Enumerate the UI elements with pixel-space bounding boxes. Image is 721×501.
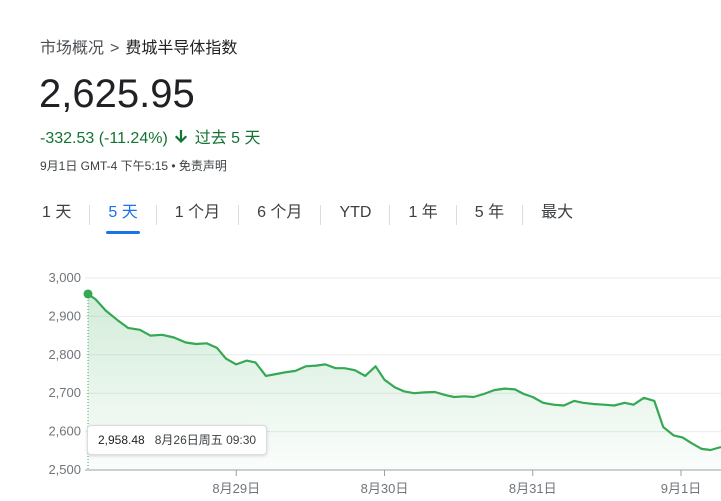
tab-max[interactable]: 最大	[529, 200, 585, 230]
tab-divider	[522, 205, 524, 225]
tab-divider	[455, 205, 457, 225]
start-point-dot[interactable]	[83, 289, 93, 299]
price-chart[interactable]: 3,000 2,900 2,800 2,700 2,600 2,500 8月29日 8月30…	[0, 260, 721, 501]
range-tabs: 1 天 5 天 1 个月 6 个月 YTD 1 年 5 年 最大	[30, 198, 585, 234]
tab-divider	[155, 205, 157, 225]
tab-ytd[interactable]: YTD	[327, 200, 383, 230]
tab-1-day[interactable]: 1 天	[30, 200, 83, 230]
tab-divider	[320, 205, 322, 225]
tooltip-datetime: 8月26日周五 09:30	[154, 433, 257, 447]
change-value: -332.53 (-11.24%)	[40, 130, 168, 147]
breadcrumb: 市场概况 > 费城半导体指数	[40, 34, 237, 58]
timestamp-text: 9月1日 GMT-4 下午5:15 • 免责声明	[40, 159, 227, 173]
current-price: 2,625.95	[39, 72, 195, 116]
breadcrumb-separator: >	[110, 40, 120, 57]
tab-1-month[interactable]: 1 个月	[163, 200, 232, 230]
y-tick-label: 3,000	[48, 270, 81, 285]
x-tick-label: 8月31日	[509, 481, 557, 496]
page-title: 费城半导体指数	[125, 40, 238, 57]
breadcrumb-market-overview-link[interactable]: 市场概况	[40, 40, 104, 57]
tab-6-months[interactable]: 6 个月	[245, 200, 314, 230]
tab-divider	[389, 205, 391, 225]
x-tick-label: 8月29日	[212, 481, 260, 496]
x-axis: 8月29日 8月30日 8月31日 9月1日	[212, 470, 701, 496]
x-tick-label: 8月30日	[361, 481, 409, 496]
y-tick-label: 2,600	[48, 424, 81, 439]
y-tick-label: 2,900	[48, 308, 81, 323]
y-tick-label: 2,500	[48, 462, 81, 477]
change-period: 过去 5 天	[194, 130, 261, 147]
y-axis: 3,000 2,900 2,800 2,700 2,600 2,500	[48, 270, 81, 477]
arrow-down-icon	[175, 130, 188, 144]
tab-divider	[238, 205, 240, 225]
tab-5-days[interactable]: 5 天	[96, 200, 149, 234]
tab-5-years[interactable]: 5 年	[463, 200, 516, 230]
tab-1-year[interactable]: 1 年	[396, 200, 449, 230]
chart-tooltip: 2,958.48 8月26日周五 09:30	[87, 425, 268, 455]
timestamp-disclaimer: 9月1日 GMT-4 下午5:15 • 免责声明	[40, 157, 227, 174]
tab-divider	[89, 205, 91, 225]
y-tick-label: 2,700	[48, 385, 81, 400]
tooltip-value: 2,958.48	[98, 433, 145, 447]
x-tick-label: 9月1日	[661, 481, 701, 496]
y-tick-label: 2,800	[48, 347, 81, 362]
price-change: -332.53 (-11.24%) 过去 5 天	[40, 124, 260, 148]
